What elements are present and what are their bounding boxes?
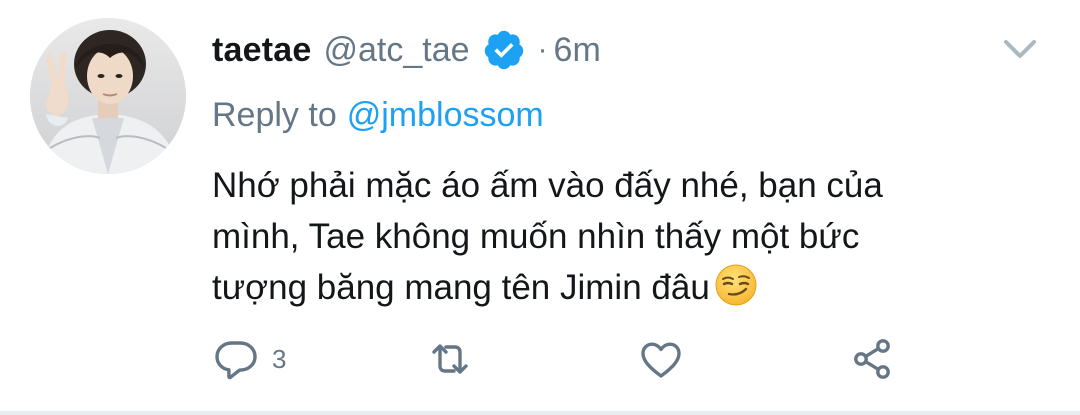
reply-context: Reply to @jmblossom [212, 90, 1056, 140]
tweet-divider [0, 411, 1080, 415]
reply-count: 3 [272, 343, 287, 374]
verified-badge-icon [482, 28, 526, 72]
chevron-down-icon[interactable] [1000, 34, 1040, 64]
tweet-timestamp[interactable]: 6m [554, 31, 601, 70]
reply-label: Reply to [212, 95, 337, 134]
tweet-content: taetae @atc_tae · 6m Reply to @jmblossom… [212, 22, 1056, 313]
like-icon [641, 342, 681, 378]
reply-to-mention[interactable]: @jmblossom [347, 96, 544, 135]
user-handle[interactable]: @atc_tae [323, 31, 469, 70]
tweet-header: taetae @atc_tae · 6m [212, 22, 1056, 78]
smirking-face-emoji-icon [714, 263, 758, 307]
reply-button[interactable]: 3 [212, 334, 286, 384]
share-icon [854, 339, 890, 379]
retweet-button[interactable] [424, 334, 476, 384]
display-name[interactable]: taetae [212, 31, 311, 70]
tweet-actions: 3 [212, 334, 1032, 384]
avatar-image [30, 18, 186, 174]
tweet-text: Nhớ phải mặc áo ấm vào đấy nhé, bạn của … [212, 160, 952, 313]
share-button[interactable] [848, 334, 896, 384]
tweet-card[interactable]: taetae @atc_tae · 6m Reply to @jmblossom… [0, 0, 1080, 415]
reply-icon [215, 341, 257, 380]
tweet-body: Nhớ phải mặc áo ấm vào đấy nhé, bạn của … [212, 166, 883, 307]
like-button[interactable] [636, 334, 686, 384]
avatar[interactable] [30, 18, 186, 174]
retweet-icon [432, 344, 468, 374]
separator-dot: · [537, 33, 548, 66]
